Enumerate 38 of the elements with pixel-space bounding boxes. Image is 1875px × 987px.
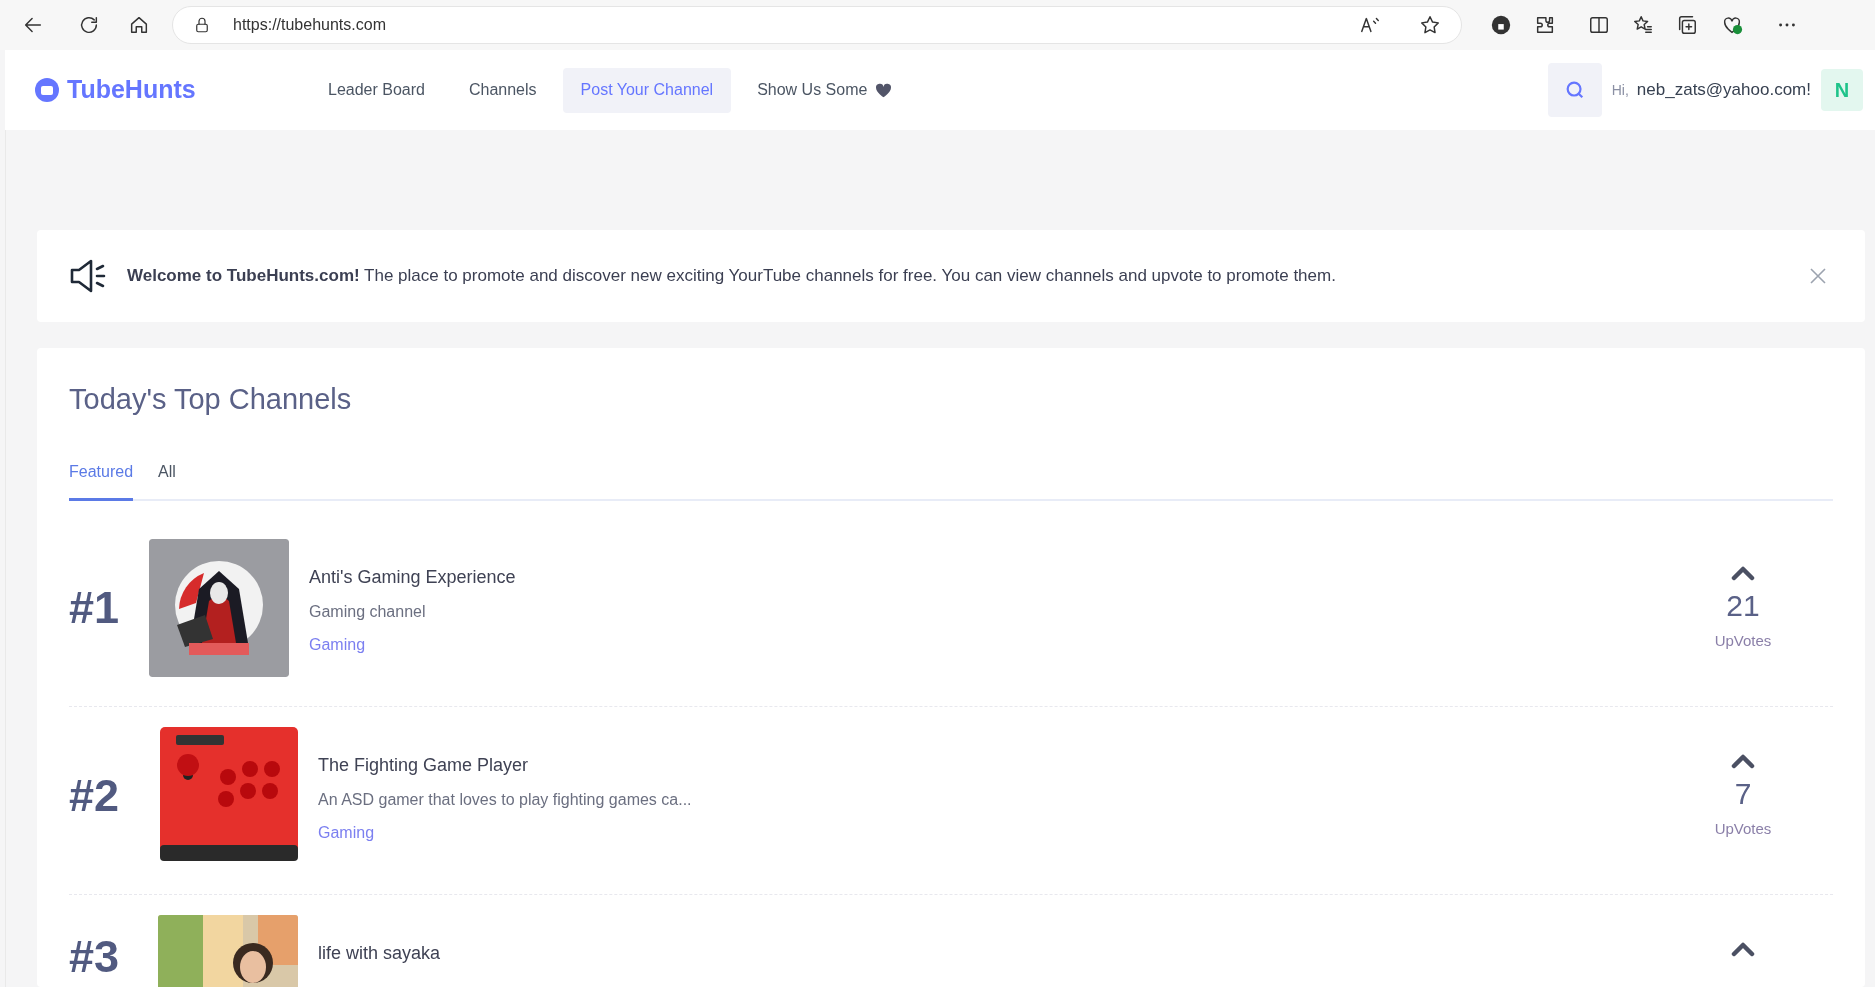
upvote-icon[interactable]: [1731, 564, 1755, 581]
tab[interactable]: Featured: [69, 459, 134, 501]
greeting-text: Hi,: [1611, 80, 1629, 100]
upvotes-label: UpVotes: [1714, 630, 1772, 651]
lock-icon: [193, 16, 211, 34]
welcome-message: Welcome to TubeHunts.com! The place to promote and discover new exciting YourTube channels for free. You can view channels and upvote to promote them.: [127, 265, 1337, 288]
upvote-count: 21: [1726, 587, 1760, 624]
extension-icon[interactable]: [1490, 14, 1512, 36]
user-email[interactable]: neb_zats@yahoo.com!: [1636, 77, 1811, 103]
upvotes-label: UpVotes: [1714, 818, 1772, 839]
logo-icon: [35, 78, 59, 102]
url-text: https://tubehunts.com: [233, 15, 387, 35]
star-icon[interactable]: [1419, 14, 1441, 36]
reload-icon[interactable]: [78, 14, 100, 36]
puzzle-icon[interactable]: [1534, 14, 1556, 36]
channel-title[interactable]: The Fighting Game Player: [318, 751, 1693, 779]
upvote-count: 7: [1734, 775, 1752, 812]
search-button[interactable]: [1547, 63, 1602, 117]
collections-icon[interactable]: [1676, 14, 1698, 36]
channel-description: An ASD gamer that loves to play fighting games ca...: [318, 789, 693, 810]
favorites-icon[interactable]: [1632, 14, 1654, 36]
tab[interactable]: All: [158, 459, 176, 501]
channel-description: Gaming channel: [309, 601, 427, 622]
section-title: Today's Top Channels: [69, 382, 353, 417]
split-screen-icon[interactable]: [1588, 14, 1610, 36]
rank-number: #1: [69, 580, 121, 635]
rank-number: #2: [69, 768, 121, 823]
address-bar[interactable]: https://tubehunts.com: [172, 6, 1462, 44]
nav-link[interactable]: Channels: [450, 67, 555, 113]
rank-number: #3: [69, 929, 121, 984]
upvote-icon[interactable]: [1731, 752, 1755, 769]
channel-title[interactable]: life with sayaka: [318, 939, 1693, 967]
upvote-icon[interactable]: [1731, 940, 1755, 957]
nav-link[interactable]: Leader Board: [310, 67, 443, 113]
channel-title[interactable]: Anti's Gaming Experience: [309, 563, 1693, 591]
home-icon[interactable]: [128, 14, 150, 36]
site-logo[interactable]: TubeHunts: [67, 71, 196, 109]
nav-link[interactable]: Show Us Some: [739, 67, 911, 113]
